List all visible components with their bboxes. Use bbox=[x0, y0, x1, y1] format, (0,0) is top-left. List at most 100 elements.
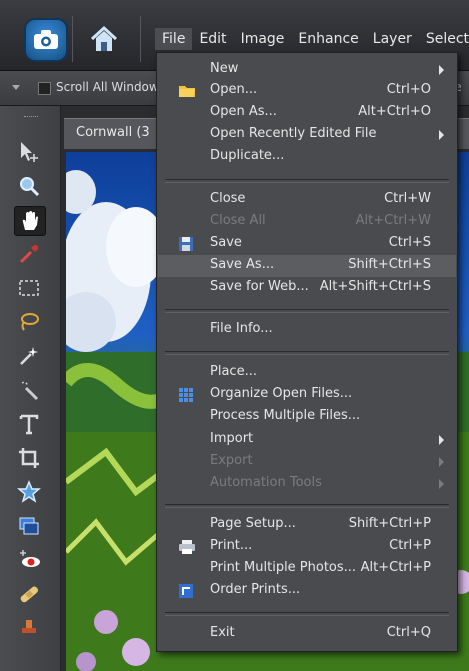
scroll-all-windows-label: Scroll All Windows bbox=[56, 80, 165, 94]
menu-separator bbox=[165, 351, 449, 355]
menu-item-label: File Info... bbox=[210, 321, 273, 336]
magic-wand-tool-icon[interactable] bbox=[14, 342, 44, 370]
menu-item-save[interactable]: Save Ctrl+S bbox=[158, 233, 456, 255]
menu-item-print[interactable]: Print... Ctrl+P bbox=[158, 536, 456, 558]
menu-item-shortcut: Shift+Ctrl+P bbox=[348, 516, 431, 531]
printer-icon bbox=[178, 539, 195, 555]
menu-item-label: Automation Tools bbox=[210, 475, 322, 490]
menu-bar: File Edit Image Enhance Layer Select bbox=[155, 28, 469, 50]
quick-selection-tool-icon[interactable] bbox=[14, 376, 44, 404]
menu-item-place[interactable]: Place... bbox=[158, 362, 456, 384]
menu-file[interactable]: File bbox=[155, 28, 193, 50]
menu-item-new[interactable]: New bbox=[158, 59, 456, 81]
menu-item-close[interactable]: Close Ctrl+W bbox=[158, 189, 456, 211]
folder-icon bbox=[178, 83, 195, 99]
menu-item-shortcut: Ctrl+W bbox=[384, 191, 431, 206]
menu-enhance[interactable]: Enhance bbox=[291, 28, 365, 50]
menu-item-label: Organize Open Files... bbox=[210, 386, 353, 401]
menu-item-label: Save for Web... bbox=[210, 279, 309, 294]
menu-item-label: Save As... bbox=[210, 257, 275, 272]
menu-item-organize-open-files[interactable]: Organize Open Files... bbox=[158, 384, 456, 406]
menu-item-label: Process Multiple Files... bbox=[210, 408, 361, 423]
menu-item-label: Page Setup... bbox=[210, 516, 296, 531]
floppy-disk-icon bbox=[178, 236, 194, 252]
menu-edit[interactable]: Edit bbox=[192, 28, 233, 50]
clone-stamp-tool-icon[interactable] bbox=[14, 614, 44, 642]
menu-separator bbox=[165, 179, 449, 183]
menu-layer[interactable]: Layer bbox=[366, 28, 419, 50]
menu-image[interactable]: Image bbox=[234, 28, 292, 50]
toolbox-grip[interactable] bbox=[24, 116, 38, 118]
menu-item-shortcut: Alt+Shift+Ctrl+S bbox=[319, 279, 431, 294]
menu-item-print-multiple-photos[interactable]: Print Multiple Photos... Alt+Ctrl+P bbox=[158, 558, 456, 580]
photoshop-elements-window: File Edit Image Enhance Layer Select Scr… bbox=[0, 0, 469, 671]
hand-tool-icon[interactable] bbox=[14, 206, 46, 236]
submenu-arrow-icon bbox=[439, 435, 444, 445]
menu-item-label: Open... bbox=[210, 82, 258, 97]
menu-item-shortcut: Ctrl+S bbox=[388, 235, 431, 250]
menu-item-save-as[interactable]: Save As... Shift+Ctrl+S bbox=[158, 255, 456, 277]
menu-item-page-setup[interactable]: Page Setup... Shift+Ctrl+P bbox=[158, 514, 456, 536]
submenu-arrow-icon bbox=[439, 479, 444, 489]
home-icon[interactable] bbox=[82, 20, 126, 60]
menu-item-label: Open As... bbox=[210, 104, 277, 119]
move-tool-icon[interactable] bbox=[14, 138, 44, 166]
menu-item-process-multiple-files[interactable]: Process Multiple Files... bbox=[158, 406, 456, 428]
menu-item-label: Import bbox=[210, 431, 254, 446]
lasso-tool-icon[interactable] bbox=[14, 308, 44, 336]
menu-item-label: Export bbox=[210, 453, 253, 468]
rectangular-marquee-tool-icon[interactable] bbox=[14, 274, 44, 302]
order-prints-icon bbox=[178, 583, 194, 599]
submenu-arrow-icon bbox=[439, 65, 444, 75]
spot-healing-brush-tool-icon[interactable] bbox=[14, 580, 44, 608]
scroll-all-windows-checkbox[interactable] bbox=[38, 82, 51, 95]
submenu-arrow-icon bbox=[439, 130, 444, 140]
menu-item-label: New bbox=[210, 61, 239, 76]
menu-item-open[interactable]: Open... Ctrl+O bbox=[158, 80, 456, 102]
menu-separator bbox=[165, 612, 449, 616]
menu-item-label: Close bbox=[210, 191, 246, 206]
document-tab-title: Cornwall (3 bbox=[76, 125, 150, 140]
organizer-camera-icon[interactable] bbox=[26, 20, 66, 60]
menu-item-import[interactable]: Import bbox=[158, 429, 456, 451]
menu-separator bbox=[165, 309, 449, 313]
red-eye-tool-icon[interactable] bbox=[14, 546, 44, 574]
zoom-tool-icon[interactable] bbox=[14, 172, 44, 200]
type-tool-icon[interactable] bbox=[14, 410, 44, 438]
menu-item-file-info[interactable]: File Info... bbox=[158, 319, 456, 341]
shape-tool-icon[interactable] bbox=[14, 512, 44, 540]
cookie-cutter-tool-icon[interactable] bbox=[14, 478, 44, 506]
menu-item-shortcut: Ctrl+O bbox=[386, 82, 431, 97]
menu-item-label: Order Prints... bbox=[210, 582, 301, 597]
menu-item-shortcut: Alt+Ctrl+W bbox=[355, 213, 431, 228]
submenu-arrow-icon bbox=[439, 457, 444, 467]
tool-preset-dropdown-icon[interactable] bbox=[12, 85, 20, 90]
menu-item-order-prints[interactable]: Order Prints... bbox=[158, 580, 456, 602]
appbar-divider bbox=[140, 16, 141, 62]
menu-item-duplicate[interactable]: Duplicate... bbox=[158, 146, 456, 168]
menu-item-shortcut: Alt+Ctrl+P bbox=[360, 560, 431, 575]
menu-item-label: Save bbox=[210, 235, 242, 250]
menu-item-automation-tools: Automation Tools bbox=[158, 473, 456, 495]
menu-item-label: Open Recently Edited File bbox=[210, 126, 377, 141]
menu-item-shortcut: Shift+Ctrl+S bbox=[348, 257, 431, 272]
menu-select[interactable]: Select bbox=[419, 28, 469, 50]
appbar-divider bbox=[72, 16, 73, 62]
menu-item-open-recently-edited[interactable]: Open Recently Edited File bbox=[158, 124, 456, 146]
menu-item-export: Export bbox=[158, 451, 456, 473]
menu-item-label: Place... bbox=[210, 364, 257, 379]
menu-item-save-for-web[interactable]: Save for Web... Alt+Shift+Ctrl+S bbox=[158, 277, 456, 299]
menu-separator bbox=[165, 504, 449, 508]
menu-item-open-as[interactable]: Open As... Alt+Ctrl+O bbox=[158, 102, 456, 124]
menu-item-label: Print... bbox=[210, 538, 253, 553]
menu-item-shortcut: Ctrl+P bbox=[389, 538, 431, 553]
menu-item-exit[interactable]: Exit Ctrl+Q bbox=[158, 623, 456, 645]
menu-item-shortcut: Ctrl+Q bbox=[386, 625, 431, 640]
menu-item-label: Duplicate... bbox=[210, 148, 285, 163]
menu-item-label: Close All bbox=[210, 213, 266, 228]
toolbox bbox=[0, 106, 61, 671]
eyedropper-tool-icon[interactable] bbox=[14, 240, 44, 268]
file-menu-dropdown: New Open... Ctrl+O Open As... Alt+Ctrl+O… bbox=[156, 52, 458, 652]
crop-tool-icon[interactable] bbox=[14, 444, 44, 472]
menu-item-label: Print Multiple Photos... bbox=[210, 560, 357, 575]
